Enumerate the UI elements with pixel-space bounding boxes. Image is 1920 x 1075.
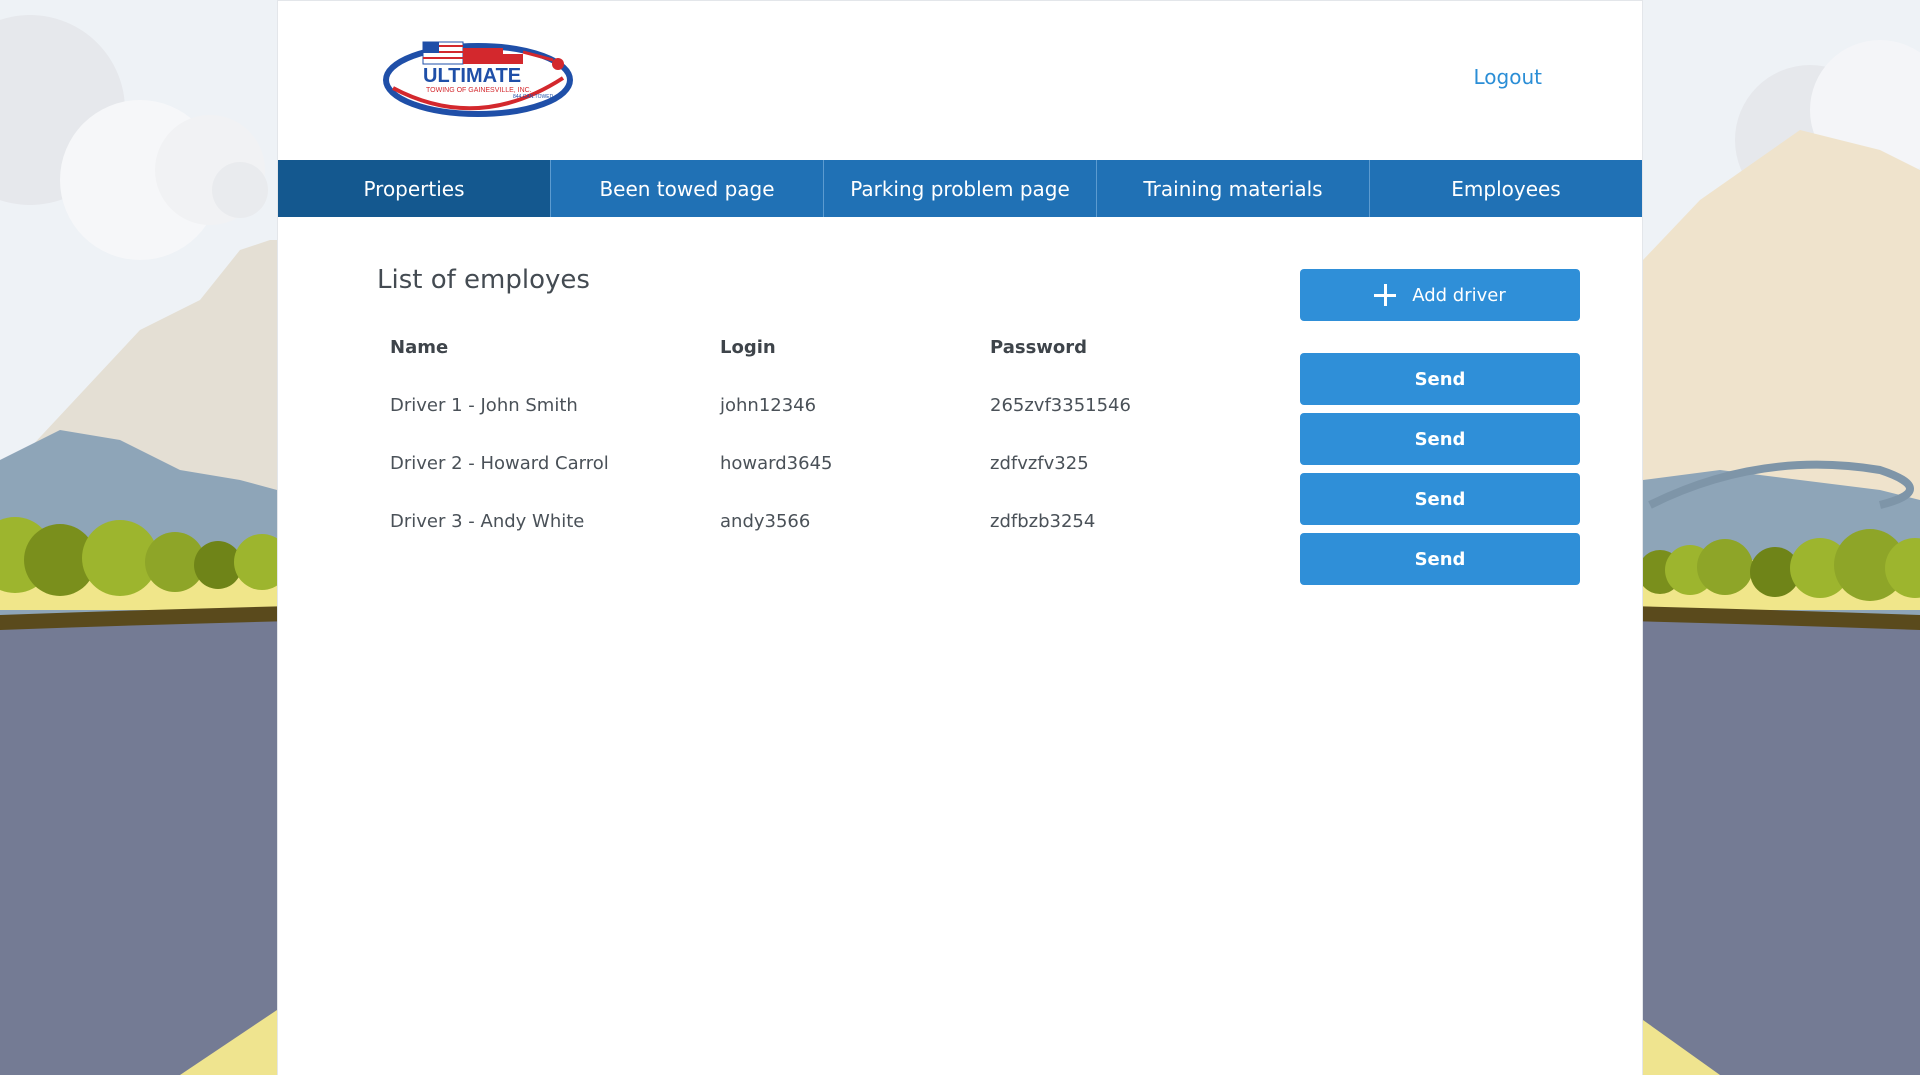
table-row: Driver 3 - Andy White andy3566 zdfbzb325… <box>390 511 1290 541</box>
driver-login: howard3645 <box>720 453 833 474</box>
column-header-password: Password <box>990 337 1088 358</box>
nav-item-training-materials[interactable]: Training materials <box>1097 160 1370 217</box>
send-button-driver-2[interactable]: Send <box>1300 473 1580 525</box>
send-button-driver-3[interactable]: Send <box>1300 533 1580 585</box>
logo-sub-text: TOWING OF GAINESVILLE, INC. <box>426 87 532 94</box>
nav-item-parking-problem[interactable]: Parking problem page <box>824 160 1097 217</box>
driver-login: john12346 <box>720 395 817 416</box>
main-card: ULTIMATE TOWING OF GAINESVILLE, INC. 844… <box>277 0 1643 1075</box>
nav-item-employees[interactable]: Employees <box>1370 160 1642 217</box>
driver-name: Driver 2 - Howard Carrol <box>390 453 609 474</box>
page-title: List of employes <box>377 265 590 295</box>
table-header-row: Name Login Password <box>390 337 1290 367</box>
send-button-driver-1[interactable]: Send <box>1300 413 1580 465</box>
logo-phone-text: 844.CAN.TOWED <box>513 94 554 100</box>
send-all-button[interactable]: Send <box>1300 353 1580 405</box>
driver-password: 265zvf3351546 <box>990 395 1131 416</box>
nav-item-been-towed[interactable]: Been towed page <box>551 160 824 217</box>
company-logo[interactable]: ULTIMATE TOWING OF GAINESVILLE, INC. 844… <box>383 38 573 118</box>
driver-password: zdfvzfv325 <box>990 453 1089 474</box>
table-row: Driver 1 - John Smith john12346 265zvf33… <box>390 395 1290 425</box>
driver-password: zdfbzb3254 <box>990 511 1096 532</box>
add-driver-label: Add driver <box>1412 284 1506 306</box>
driver-name: Driver 1 - John Smith <box>390 395 578 416</box>
add-driver-button[interactable]: Add driver <box>1300 269 1580 321</box>
column-header-login: Login <box>720 337 776 358</box>
plus-icon <box>1374 284 1397 306</box>
driver-login: andy3566 <box>720 511 811 532</box>
header: ULTIMATE TOWING OF GAINESVILLE, INC. 844… <box>278 1 1642 160</box>
driver-name: Driver 3 - Andy White <box>390 511 585 532</box>
logo-brand-text: ULTIMATE <box>423 65 521 87</box>
logout-link[interactable]: Logout <box>1474 65 1542 89</box>
column-header-name: Name <box>390 337 449 358</box>
table-row: Driver 2 - Howard Carrol howard3645 zdfv… <box>390 453 1290 483</box>
nav-item-properties[interactable]: Properties <box>278 160 551 217</box>
main-nav: Properties Been towed page Parking probl… <box>278 160 1642 217</box>
